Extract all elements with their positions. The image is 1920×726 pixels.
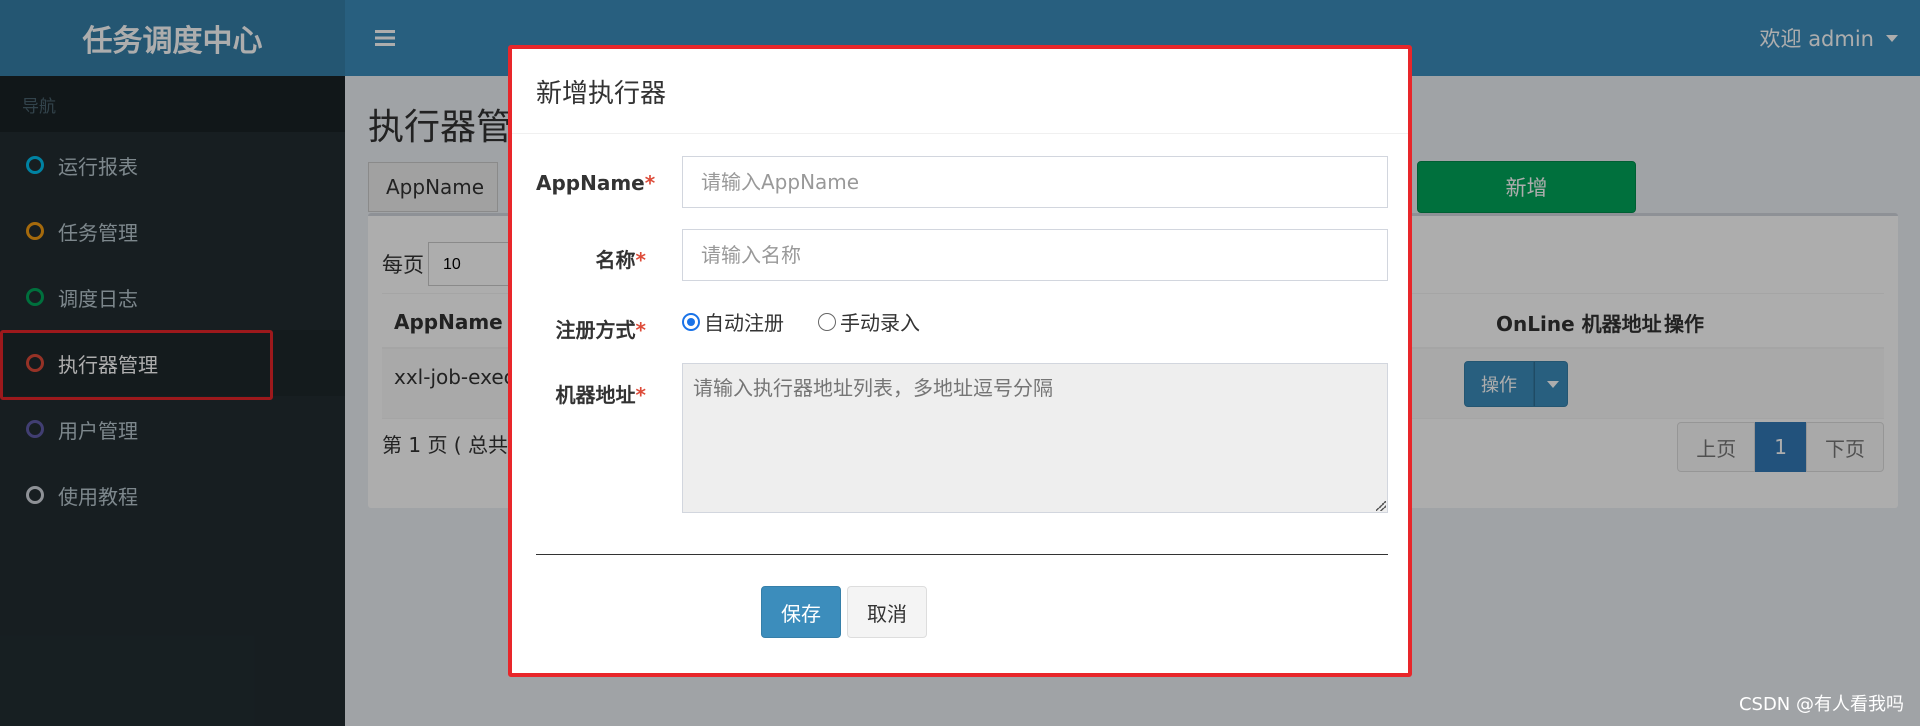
appname-input[interactable] [682, 156, 1388, 208]
add-executor-modal: 新增执行器 AppName* 名称* 注册方式* 自动注册 手动录入 机器地址*… [508, 45, 1412, 677]
radio-manual-entry[interactable] [818, 312, 836, 331]
address-label: 机器地址* [555, 383, 646, 407]
watermark: CSDN @有人看我吗 [1738, 694, 1904, 715]
register-type-radios: 自动注册 手动录入 [682, 307, 920, 336]
radio-manual-entry-label[interactable]: 手动录入 [840, 307, 920, 336]
name-input[interactable] [682, 229, 1388, 281]
radio-auto-register[interactable] [682, 312, 700, 331]
name-label: 名称* [595, 248, 646, 272]
appname-label: AppName* [536, 171, 656, 195]
radio-auto-register-label[interactable]: 自动注册 [704, 307, 784, 336]
address-textarea[interactable] [682, 363, 1388, 513]
resize-handle-icon[interactable] [1376, 501, 1386, 511]
modal-title: 新增执行器 [512, 49, 1408, 134]
modal-divider [536, 554, 1388, 555]
cancel-button[interactable]: 取消 [847, 586, 927, 638]
save-button[interactable]: 保存 [761, 586, 841, 638]
register-type-label: 注册方式* [555, 318, 646, 342]
